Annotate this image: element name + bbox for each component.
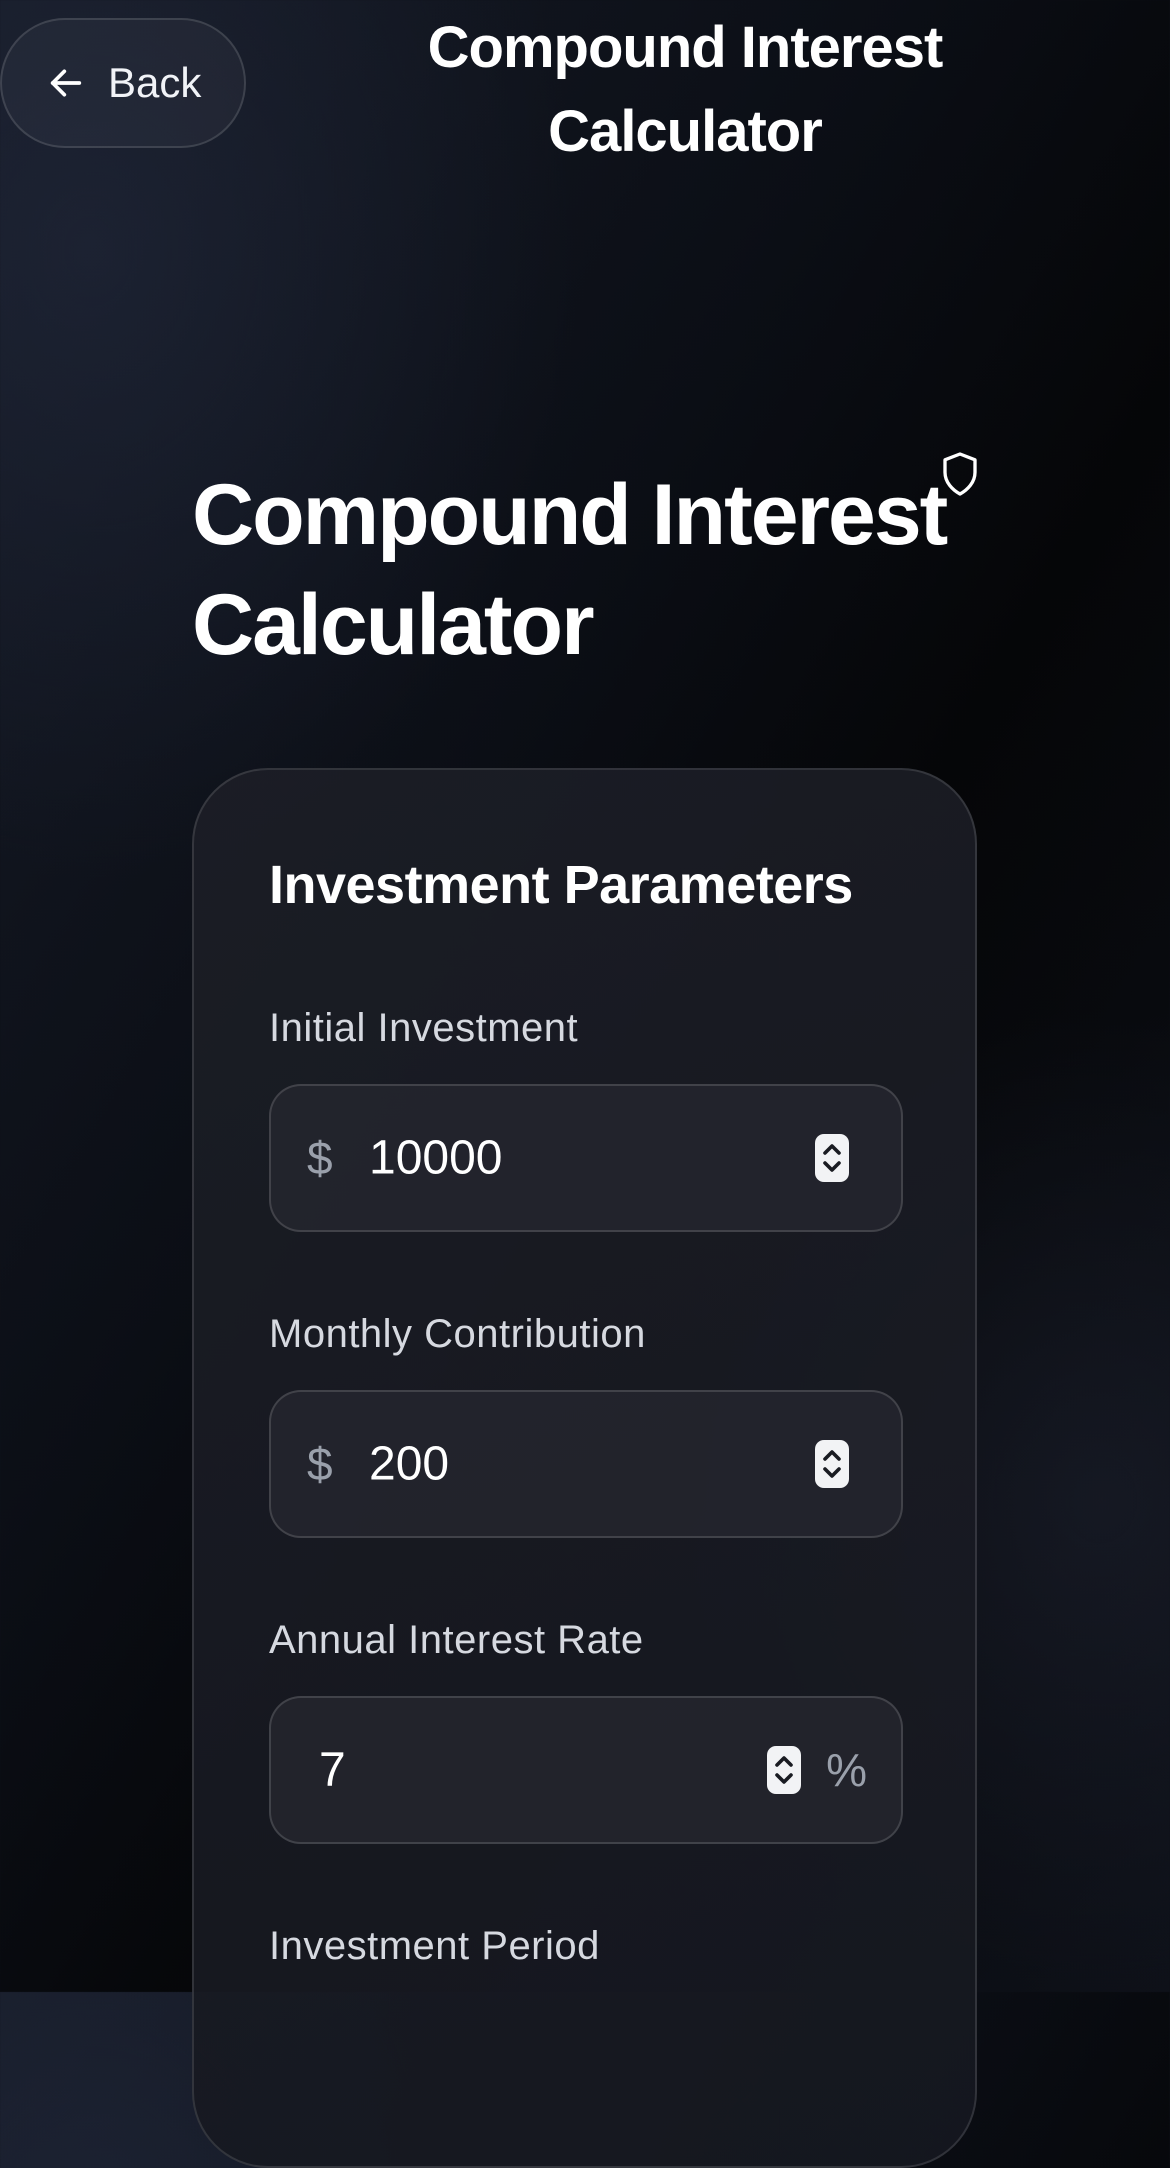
dollar-prefix: $ bbox=[307, 1132, 333, 1184]
initial-investment-field[interactable]: $ 10000 bbox=[269, 1084, 903, 1232]
back-button[interactable]: Back bbox=[0, 18, 246, 148]
stepper-icon[interactable] bbox=[767, 1746, 801, 1794]
back-button-label: Back bbox=[108, 59, 202, 106]
page-title: Compound Interest Calculator bbox=[192, 467, 948, 673]
monthly-contribution-label: Monthly Contribution bbox=[269, 1312, 646, 1356]
arrow-left-icon bbox=[50, 69, 82, 97]
monthly-contribution-input[interactable]: 200 bbox=[369, 1437, 449, 1492]
shield-icon bbox=[943, 452, 977, 496]
annual-interest-rate-label: Annual Interest Rate bbox=[269, 1618, 644, 1662]
percent-suffix: % bbox=[826, 1744, 867, 1796]
initial-investment-input[interactable]: 10000 bbox=[369, 1131, 502, 1186]
header-title: Compound Interest Calculator bbox=[427, 15, 944, 164]
stepper-icon[interactable] bbox=[815, 1134, 849, 1182]
stepper-icon[interactable] bbox=[815, 1440, 849, 1488]
dollar-prefix: $ bbox=[307, 1438, 333, 1490]
investment-parameters-card: Investment Parameters Initial Investment… bbox=[192, 768, 977, 2168]
investment-period-label: Investment Period bbox=[269, 1924, 600, 1968]
annual-interest-rate-field[interactable]: 7 % bbox=[269, 1696, 903, 1844]
monthly-contribution-field[interactable]: $ 200 bbox=[269, 1390, 903, 1538]
card-title: Investment Parameters bbox=[269, 855, 853, 915]
annual-interest-rate-input[interactable]: 7 bbox=[319, 1743, 346, 1798]
initial-investment-label: Initial Investment bbox=[269, 1006, 579, 1050]
